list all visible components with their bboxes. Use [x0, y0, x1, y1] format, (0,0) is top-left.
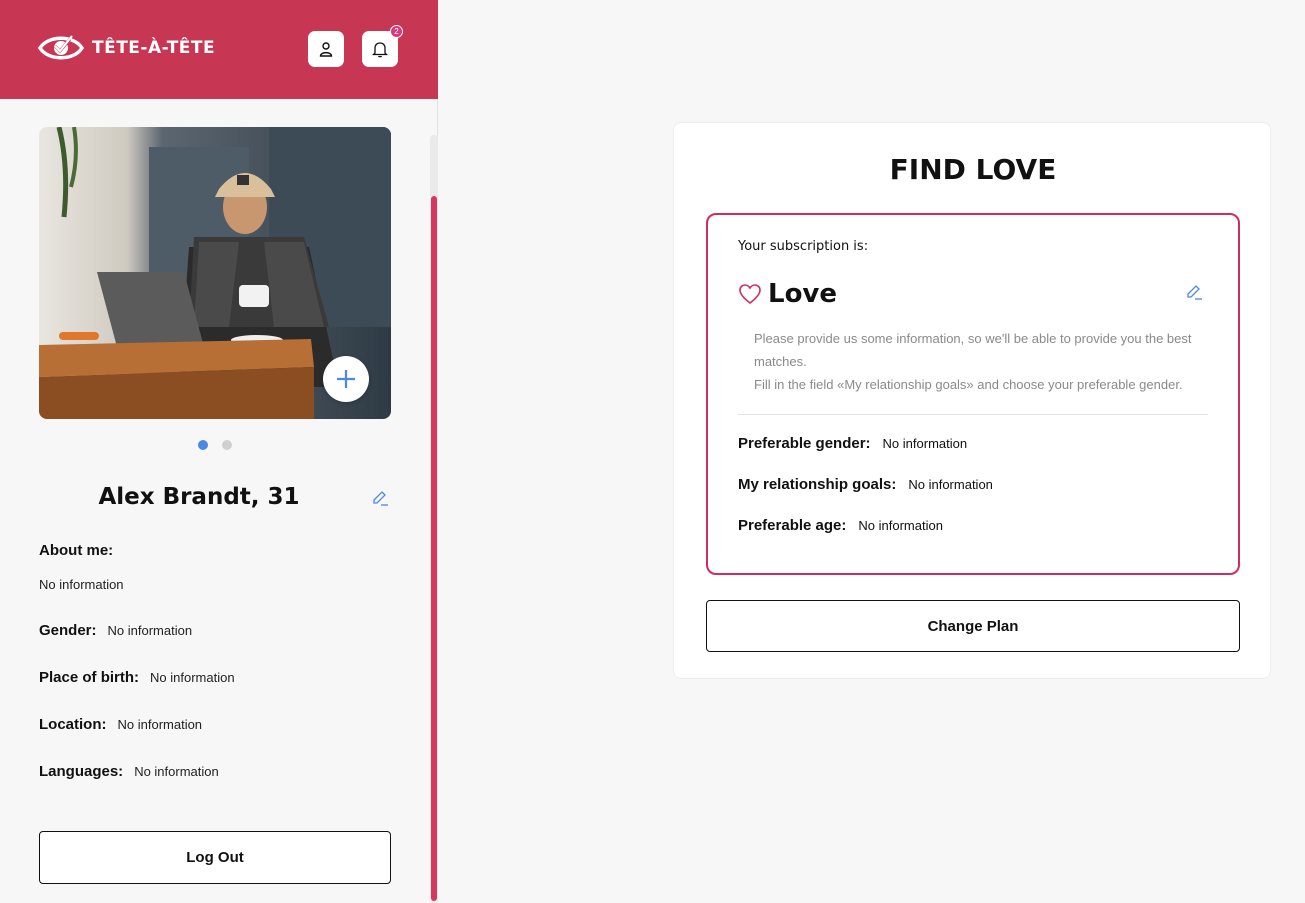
gender-row: Gender: No information	[39, 622, 192, 639]
divider	[738, 414, 1208, 415]
place-of-birth-label: Place of birth:	[39, 669, 140, 686]
profile-name: Alex Brandt, 31	[98, 484, 300, 510]
description-line-2: Fill in the field «My relationship goals…	[754, 377, 1183, 392]
pencil-icon	[373, 491, 388, 506]
carousel-dot-1[interactable]	[198, 440, 208, 450]
about-me-value: No information	[39, 577, 124, 592]
subscription-label: Your subscription is:	[738, 239, 869, 254]
plus-icon	[337, 370, 355, 388]
preferable-age-value: No information	[858, 518, 943, 533]
carousel-dot-2[interactable]	[222, 440, 232, 450]
app-header: TÊTE-À-TÊTE 2	[0, 0, 438, 99]
user-icon	[319, 42, 333, 57]
photo-carousel-dots	[198, 440, 232, 450]
find-love-title: FIND LOVE	[889, 153, 1057, 186]
subscription-box: Your subscription is: Love Please provid…	[706, 213, 1240, 575]
preferable-age-row: Preferable age: No information	[738, 517, 943, 534]
edit-profile-button[interactable]	[371, 489, 389, 512]
notifications-button[interactable]: 2	[362, 25, 403, 67]
brand-logo[interactable]: TÊTE-À-TÊTE	[38, 33, 215, 63]
plan-name: Love	[768, 279, 838, 309]
plan-row: Love	[738, 279, 837, 309]
heart-icon	[739, 284, 761, 305]
preferable-gender-row: Preferable gender: No information	[738, 435, 967, 452]
location-label: Location:	[39, 716, 107, 733]
relationship-goals-row: My relationship goals: No information	[738, 476, 993, 493]
eye-logo-icon	[38, 35, 84, 60]
gender-label: Gender:	[39, 622, 97, 639]
place-of-birth-row: Place of birth: No information	[39, 669, 235, 686]
change-plan-button[interactable]: Change Plan	[706, 600, 1240, 652]
languages-row: Languages: No information	[39, 763, 219, 780]
preferable-gender-label: Preferable gender:	[738, 435, 871, 452]
location-value: No information	[117, 717, 203, 732]
languages-label: Languages:	[39, 763, 124, 780]
preferable-gender-value: No information	[882, 436, 968, 451]
scrollbar-thumb[interactable]	[431, 196, 437, 901]
languages-value: No information	[134, 764, 219, 779]
profile-button[interactable]	[308, 31, 344, 67]
find-love-card: FIND LOVE Your subscription is: Love Ple…	[673, 122, 1271, 679]
location-row: Location: No information	[39, 716, 202, 733]
description-line-1: Please provide us some information, so w…	[754, 331, 1192, 369]
about-me-label: About me:	[39, 542, 114, 559]
relationship-goals-value: No information	[908, 477, 993, 492]
edit-preferences-button[interactable]	[1185, 283, 1203, 306]
subscription-description: Please provide us some information, so w…	[754, 327, 1214, 396]
pencil-icon	[1187, 285, 1202, 300]
brand-name: TÊTE-À-TÊTE	[92, 38, 216, 58]
gender-value: No information	[107, 623, 193, 638]
preferable-age-label: Preferable age:	[738, 517, 847, 534]
logout-button[interactable]: Log Out	[39, 831, 391, 884]
notification-badge: 2	[390, 25, 403, 38]
place-of-birth-value: No information	[150, 670, 235, 685]
relationship-goals-label: My relationship goals:	[738, 476, 897, 493]
bell-icon	[372, 41, 388, 57]
profile-panel: TÊTE-À-TÊTE 2 Alex Brandt, 31 About me: …	[0, 0, 438, 903]
add-photo-button[interactable]	[323, 356, 369, 402]
